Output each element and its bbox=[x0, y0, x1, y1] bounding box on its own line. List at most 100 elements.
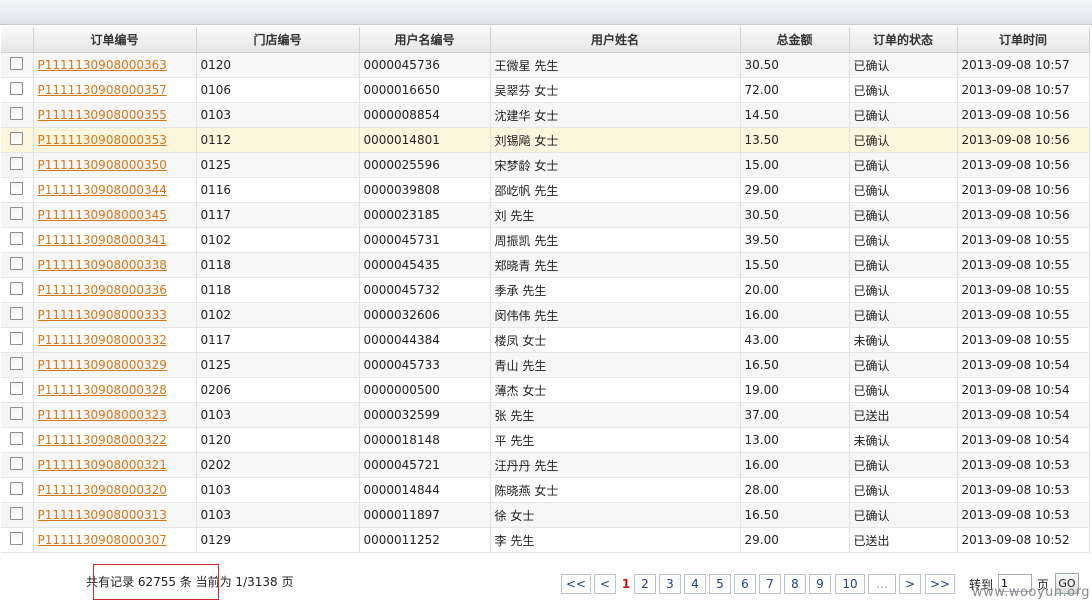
order-status-cell: 已确认 bbox=[849, 202, 958, 228]
user-name-cell: 王微星 先生 bbox=[490, 52, 741, 78]
order-no-link[interactable]: P1111130908000332 bbox=[38, 333, 167, 347]
row-select-cell bbox=[1, 177, 34, 203]
table-row[interactable]: P1111130908000320 0103 0000014844 陈晓燕 女士 28.… bbox=[1, 477, 1090, 503]
total-amount-cell: 28.00 bbox=[740, 477, 850, 503]
last-page-button[interactable]: >> bbox=[925, 574, 955, 594]
table-row[interactable]: P1111130908000350 0125 0000025596 宋梦龄 女士 15.… bbox=[1, 152, 1090, 178]
header-order-status[interactable]: 订单的状态 bbox=[849, 27, 958, 53]
order-no-link[interactable]: P1111130908000329 bbox=[38, 358, 167, 372]
table-row[interactable]: P1111130908000363 0120 0000045736 王微星 先生 30.… bbox=[1, 52, 1090, 78]
page-2-link[interactable]: 2 bbox=[634, 574, 656, 594]
store-no-cell: 0103 bbox=[196, 102, 360, 128]
row-checkbox[interactable] bbox=[10, 282, 24, 295]
page-6-link[interactable]: 6 bbox=[734, 574, 756, 594]
table-row[interactable]: P1111130908000341 0102 0000045731 周振凯 先生 39.… bbox=[1, 227, 1090, 253]
table-row[interactable]: P1111130908000336 0118 0000045732 季承 先生 20.0… bbox=[1, 277, 1090, 303]
user-name-cell: 郑晓青 先生 bbox=[490, 252, 741, 278]
page-8-link[interactable]: 8 bbox=[784, 574, 806, 594]
table-row[interactable]: P1111130908000338 0118 0000045435 郑晓青 先生 15.… bbox=[1, 252, 1090, 278]
row-checkbox[interactable] bbox=[10, 132, 24, 145]
header-user-name[interactable]: 用户姓名 bbox=[490, 27, 741, 53]
row-checkbox[interactable] bbox=[10, 457, 24, 470]
header-user-no[interactable]: 用户名编号 bbox=[359, 27, 491, 53]
order-no-link[interactable]: P1111130908000363 bbox=[38, 58, 167, 72]
row-checkbox[interactable] bbox=[10, 157, 24, 170]
row-checkbox[interactable] bbox=[10, 332, 24, 345]
order-no-link[interactable]: P1111130908000333 bbox=[38, 308, 167, 322]
row-checkbox[interactable] bbox=[10, 357, 24, 370]
next-page-button[interactable]: > bbox=[899, 574, 921, 594]
table-row[interactable]: P1111130908000307 0129 0000011252 李 先生 29.00… bbox=[1, 527, 1090, 553]
order-status-cell: 已确认 bbox=[849, 52, 958, 78]
order-no-link[interactable]: P1111130908000338 bbox=[38, 258, 167, 272]
order-no-link[interactable]: P1111130908000350 bbox=[38, 158, 167, 172]
user-name-cell: 刘 先生 bbox=[490, 202, 741, 228]
order-no-link[interactable]: P1111130908000320 bbox=[38, 483, 167, 497]
header-store-no[interactable]: 门店编号 bbox=[196, 27, 360, 53]
table-row[interactable]: P1111130908000321 0202 0000045721 汪丹丹 先生 16.… bbox=[1, 452, 1090, 478]
user-name-cell: 闵伟伟 先生 bbox=[490, 302, 741, 328]
user-name-cell: 薄杰 女士 bbox=[490, 377, 741, 403]
row-checkbox[interactable] bbox=[10, 482, 24, 495]
row-select-cell bbox=[1, 277, 34, 303]
page-10-link[interactable]: 10 bbox=[835, 574, 865, 594]
page-4-link[interactable]: 4 bbox=[684, 574, 706, 594]
page-7-link[interactable]: 7 bbox=[759, 574, 781, 594]
row-checkbox[interactable] bbox=[10, 257, 24, 270]
page-5-link[interactable]: 5 bbox=[709, 574, 731, 594]
table-row[interactable]: P1111130908000323 0103 0000032599 张 先生 37.00… bbox=[1, 402, 1090, 428]
order-no-link[interactable]: P1111130908000313 bbox=[38, 508, 167, 522]
total-amount-cell: 39.50 bbox=[740, 227, 850, 253]
order-no-link[interactable]: P1111130908000321 bbox=[38, 458, 167, 472]
order-no-link[interactable]: P1111130908000307 bbox=[38, 533, 167, 547]
table-row[interactable]: P1111130908000322 0120 0000018148 平 先生 13.00… bbox=[1, 427, 1090, 453]
order-no-link[interactable]: P1111130908000322 bbox=[38, 433, 167, 447]
first-page-button[interactable]: << bbox=[561, 574, 591, 594]
user-name-cell: 汪丹丹 先生 bbox=[490, 452, 741, 478]
order-no-link[interactable]: P1111130908000336 bbox=[38, 283, 167, 297]
row-checkbox[interactable] bbox=[10, 182, 24, 195]
order-time-cell: 2013-09-08 10:53 bbox=[957, 477, 1090, 503]
header-total-amount[interactable]: 总金额 bbox=[740, 27, 850, 53]
row-select-cell bbox=[1, 352, 34, 378]
order-no-link[interactable]: P1111130908000344 bbox=[38, 183, 167, 197]
row-checkbox[interactable] bbox=[10, 307, 24, 320]
row-checkbox[interactable] bbox=[10, 207, 24, 220]
table-row[interactable]: P1111130908000329 0125 0000045733 青山 先生 16.5… bbox=[1, 352, 1090, 378]
total-amount-cell: 19.00 bbox=[740, 377, 850, 403]
header-order-no[interactable]: 订单编号 bbox=[33, 27, 197, 53]
user-no-cell: 0000014801 bbox=[359, 127, 491, 153]
prev-page-button[interactable]: < bbox=[594, 574, 616, 594]
row-checkbox[interactable] bbox=[10, 82, 24, 95]
order-no-link[interactable]: P1111130908000345 bbox=[38, 208, 167, 222]
order-time-cell: 2013-09-08 10:55 bbox=[957, 302, 1090, 328]
row-checkbox[interactable] bbox=[10, 107, 24, 120]
row-checkbox[interactable] bbox=[10, 232, 24, 245]
row-checkbox[interactable] bbox=[10, 57, 24, 70]
table-row[interactable]: P1111130908000344 0116 0000039808 邵屹帆 先生 29.… bbox=[1, 177, 1090, 203]
table-row[interactable]: P1111130908000332 0117 0000044384 楼凤 女士 43.0… bbox=[1, 327, 1090, 353]
page-9-link[interactable]: 9 bbox=[809, 574, 831, 594]
order-no-link[interactable]: P1111130908000355 bbox=[38, 108, 167, 122]
order-no-link[interactable]: P1111130908000328 bbox=[38, 383, 167, 397]
table-row[interactable]: P1111130908000345 0117 0000023185 刘 先生 30.50… bbox=[1, 202, 1090, 228]
table-row[interactable]: P1111130908000333 0102 0000032606 闵伟伟 先生 16.… bbox=[1, 302, 1090, 328]
table-row[interactable]: P1111130908000355 0103 0000008854 沈建华 女士 14.… bbox=[1, 102, 1090, 128]
row-checkbox[interactable] bbox=[10, 507, 24, 520]
table-row[interactable]: P1111130908000328 0206 0000000500 薄杰 女士 19.0… bbox=[1, 377, 1090, 403]
order-no-link[interactable]: P1111130908000353 bbox=[38, 133, 167, 147]
row-checkbox[interactable] bbox=[10, 432, 24, 445]
total-amount-cell: 14.50 bbox=[740, 102, 850, 128]
page-3-link[interactable]: 3 bbox=[659, 574, 681, 594]
order-no-link[interactable]: P1111130908000357 bbox=[38, 83, 167, 97]
row-checkbox[interactable] bbox=[10, 382, 24, 395]
header-order-time[interactable]: 订单时间 bbox=[957, 27, 1090, 53]
order-no-link[interactable]: P1111130908000323 bbox=[38, 408, 167, 422]
row-checkbox[interactable] bbox=[10, 532, 24, 545]
order-no-link[interactable]: P1111130908000341 bbox=[38, 233, 167, 247]
table-row[interactable]: P1111130908000357 0106 0000016650 吴翠芬 女士 72.… bbox=[1, 77, 1090, 103]
table-row[interactable]: P1111130908000313 0103 0000011897 徐 女士 16.50… bbox=[1, 502, 1090, 528]
order-no-cell: P1111130908000355 bbox=[33, 102, 197, 128]
row-checkbox[interactable] bbox=[10, 407, 24, 420]
table-row[interactable]: P1111130908000353 0112 0000014801 刘锡飚 女士 13.… bbox=[1, 127, 1090, 153]
